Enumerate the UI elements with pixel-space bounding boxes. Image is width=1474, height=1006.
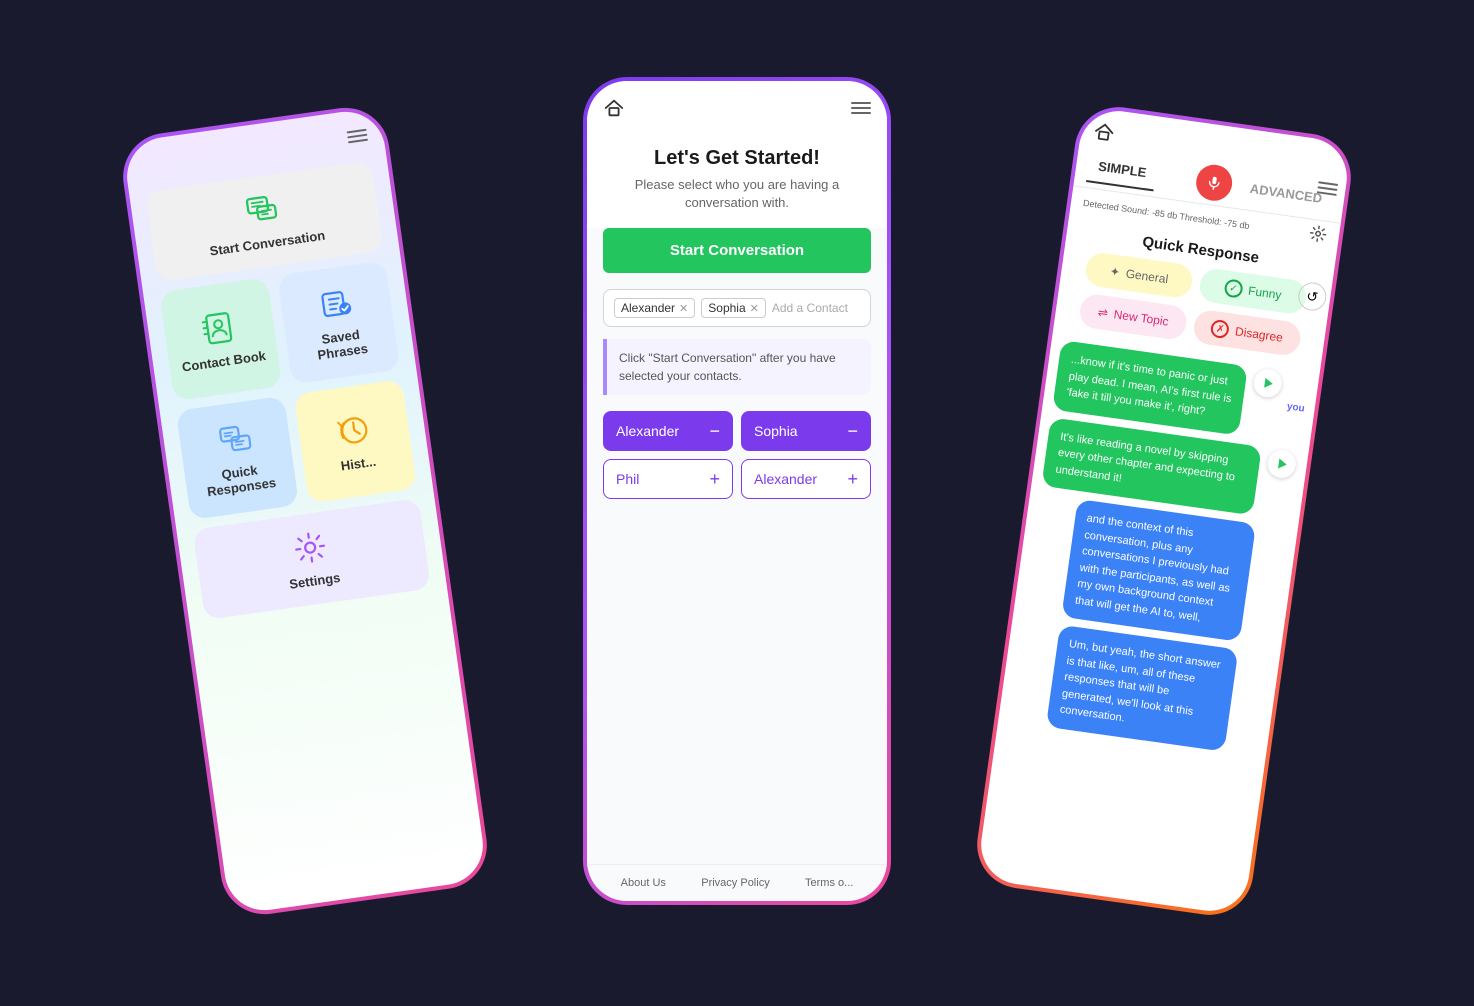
about-us-link[interactable]: About Us: [621, 877, 666, 889]
left-nav-grid: Start Conversation: [145, 160, 431, 620]
contact-tag-alexander[interactable]: Alexander ✕: [614, 298, 695, 318]
contact-name-alexander: Alexander: [621, 301, 675, 315]
settings-item[interactable]: Settings: [193, 498, 431, 620]
contact-btn-phil-label: Phil: [616, 471, 639, 487]
history-item[interactable]: Hist...: [294, 379, 417, 503]
right-home-icon[interactable]: [1092, 120, 1117, 145]
deselect-alexander-btn[interactable]: −: [709, 422, 720, 440]
contact-btn-alexander-1[interactable]: Alexander −: [603, 411, 733, 451]
contact-book-label: Contact Book: [181, 348, 267, 375]
contact-btn-label-2: Alexander: [754, 471, 817, 487]
history-label: Hist...: [340, 453, 377, 473]
funny-label: Funny: [1247, 284, 1282, 303]
disagree-btn[interactable]: ✗ Disagree: [1192, 309, 1303, 358]
start-conversation-label: Start Conversation: [209, 228, 326, 259]
start-conversation-item[interactable]: Start Conversation: [145, 160, 383, 282]
middle-subtitle: Please select who you are having a conve…: [607, 176, 867, 212]
contact-name-sophia: Sophia: [708, 301, 745, 315]
start-conversation-button[interactable]: Start Conversation: [603, 228, 871, 273]
quick-responses-item[interactable]: Quick Responses: [176, 396, 299, 520]
contact-book-item[interactable]: Contact Book: [159, 277, 282, 401]
tab-simple[interactable]: SIMPLE: [1086, 149, 1158, 191]
chat-area: ...know if it's time to panic or just pl…: [976, 331, 1320, 916]
saved-phrases-label: Saved Phrases: [297, 324, 385, 366]
chat-message-4: Um, but yeah, the short answer is that l…: [1045, 625, 1238, 752]
hint-text: Click "Start Conversation" after you hav…: [619, 349, 859, 385]
contacts-input[interactable]: Alexander ✕ Sophia ✕ Add a Contact: [603, 289, 871, 327]
contact-btn-sophia[interactable]: Sophia −: [741, 411, 871, 451]
general-label: General: [1125, 266, 1169, 286]
left-phone: Start Conversation: [113, 98, 497, 925]
middle-title-section: Let's Get Started! Please select who you…: [587, 127, 887, 228]
contact-btn-label: Alexander: [616, 423, 679, 439]
middle-hamburger-icon[interactable]: [851, 102, 871, 114]
terms-link[interactable]: Terms o...: [805, 877, 853, 889]
remove-sophia-btn[interactable]: ✕: [750, 302, 759, 315]
remove-alexander-btn[interactable]: ✕: [679, 302, 688, 315]
funny-icon: ✓: [1223, 278, 1243, 298]
play-btn-2[interactable]: [1265, 448, 1297, 480]
disagree-label: Disagree: [1234, 324, 1284, 345]
hint-box: Click "Start Conversation" after you hav…: [603, 339, 871, 395]
contact-btn-alexander-2[interactable]: Alexander +: [741, 459, 871, 499]
new-topic-icon: ⇌: [1097, 305, 1109, 320]
you-label: you: [1286, 401, 1305, 414]
contacts-grid: Alexander − Sophia − Phil + Alexander: [587, 411, 887, 499]
middle-phone: Let's Get Started! Please select who you…: [579, 73, 895, 909]
privacy-policy-link[interactable]: Privacy Policy: [701, 877, 769, 889]
add-alexander-2-btn[interactable]: +: [847, 470, 858, 488]
hamburger-icon[interactable]: [347, 129, 368, 144]
right-phone: SIMPLE ADVANCED: [967, 97, 1361, 925]
new-topic-label: New Topic: [1113, 307, 1170, 329]
disagree-icon: ✗: [1210, 319, 1230, 339]
chat-message-3: and the context of this conversation, pl…: [1061, 499, 1256, 642]
settings-label: Settings: [288, 570, 341, 592]
add-phil-btn[interactable]: +: [709, 470, 720, 488]
play-btn-1[interactable]: [1252, 367, 1284, 399]
quick-responses-label: Quick Responses: [196, 459, 284, 501]
middle-footer: About Us Privacy Policy Terms o...: [587, 864, 887, 901]
new-topic-btn[interactable]: ⇌ New Topic: [1078, 293, 1189, 342]
mic-button[interactable]: [1194, 162, 1235, 203]
saved-phrases-item[interactable]: Saved Phrases: [277, 260, 400, 384]
middle-header: [587, 81, 887, 127]
deselect-sophia-btn[interactable]: −: [847, 422, 858, 440]
general-icon: ✦: [1109, 264, 1121, 279]
middle-title: Let's Get Started!: [607, 147, 867, 170]
contact-btn-phil[interactable]: Phil +: [603, 459, 733, 499]
phones-container: Start Conversation: [137, 53, 1337, 953]
home-icon[interactable]: [603, 97, 625, 119]
add-contact-placeholder: Add a Contact: [772, 301, 848, 315]
menu-icon[interactable]: [1317, 181, 1338, 196]
gear-icon[interactable]: [1308, 224, 1329, 247]
contact-btn-sophia-label: Sophia: [754, 423, 798, 439]
contact-tag-sophia[interactable]: Sophia ✕: [701, 298, 766, 318]
